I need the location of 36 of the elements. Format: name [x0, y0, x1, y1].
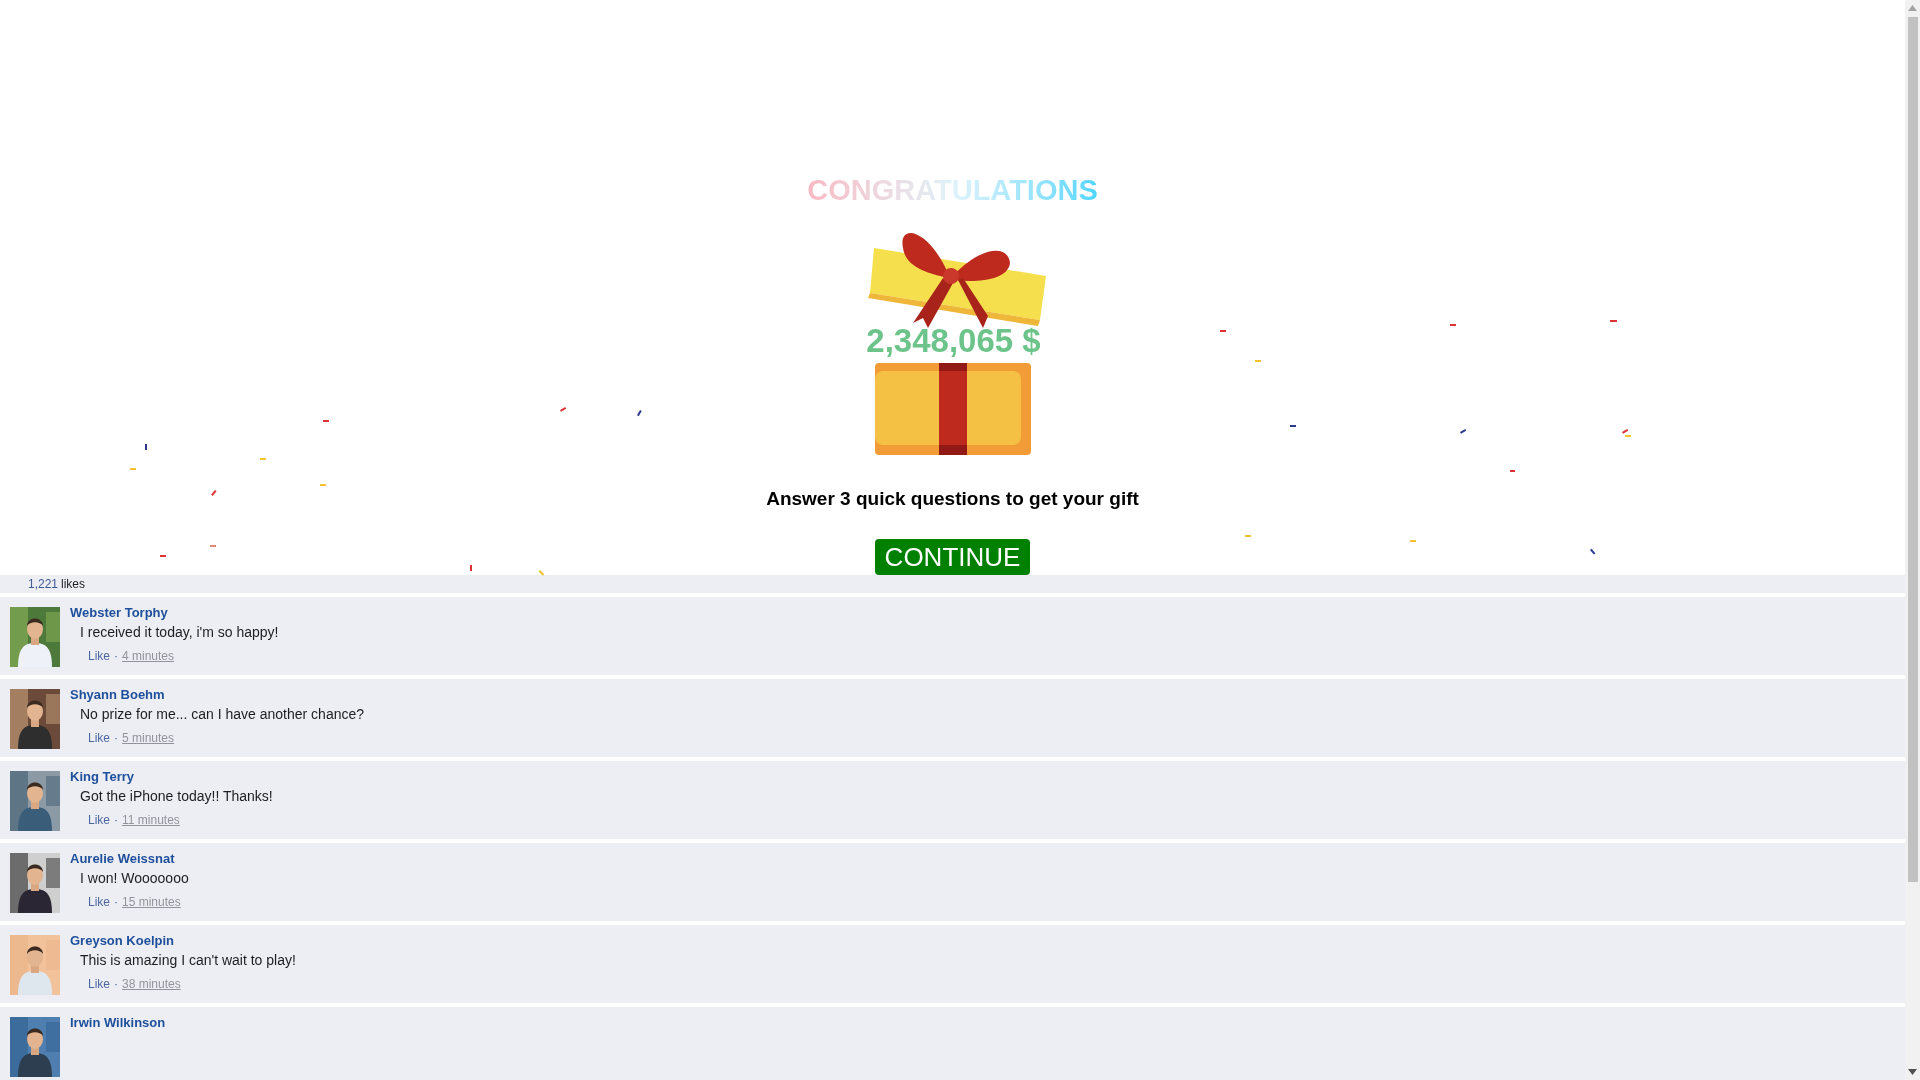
like-link[interactable]: Like: [88, 974, 110, 993]
comment-text: I won! Wooooooo: [79, 868, 189, 887]
comment-text: No prize for me... can I have another chance?: [79, 704, 365, 723]
timestamp-link[interactable]: 11 minutes: [122, 810, 180, 829]
likes-label: likes: [61, 575, 86, 593]
separator-dot: ·: [114, 811, 118, 829]
scroll-up-icon[interactable]: [1908, 5, 1917, 11]
comment-text: This is amazing I can't wait to play!: [79, 950, 296, 969]
gift-box-icon: [874, 363, 1031, 456]
like-count[interactable]: 1,221: [28, 574, 59, 593]
scrollbar-thumb[interactable]: [1907, 17, 1918, 882]
like-link[interactable]: Like: [88, 646, 110, 665]
comment-text: I received it today, i'm so happy!: [79, 622, 279, 641]
separator-dot: ·: [114, 647, 118, 665]
commenter-name[interactable]: Shyann Boehm: [70, 686, 365, 703]
commenter-name[interactable]: King Terry: [70, 768, 273, 785]
timestamp-link[interactable]: 15 minutes: [122, 892, 181, 911]
separator-dot: ·: [114, 729, 118, 747]
commenter-name[interactable]: Greyson Koelpin: [70, 932, 296, 949]
comment-text: Got the iPhone today!! Thanks!: [79, 786, 273, 805]
commenter-name[interactable]: Irwin Wilkinson: [70, 1014, 166, 1031]
separator-dot: ·: [114, 975, 118, 993]
instruction-text: Answer 3 quick questions to get your gift: [766, 487, 1139, 512]
like-link[interactable]: Like: [88, 728, 110, 747]
like-link[interactable]: Like: [88, 892, 110, 911]
separator-dot: ·: [114, 893, 118, 911]
timestamp-link[interactable]: 4 minutes: [122, 646, 175, 665]
commenter-name[interactable]: Aurelie Weissnat: [70, 850, 189, 867]
timestamp-link[interactable]: 5 minutes: [122, 728, 175, 747]
continue-button[interactable]: CONTINUE: [874, 538, 1031, 575]
commenter-name[interactable]: Webster Torphy: [70, 604, 279, 621]
prize-amount: 2,348,065 $: [866, 324, 1041, 358]
like-link[interactable]: Like: [88, 810, 110, 829]
scroll-down-icon[interactable]: [1908, 1069, 1917, 1075]
scrollbar[interactable]: [1905, 0, 1920, 1080]
timestamp-link[interactable]: 38 minutes: [122, 974, 181, 993]
